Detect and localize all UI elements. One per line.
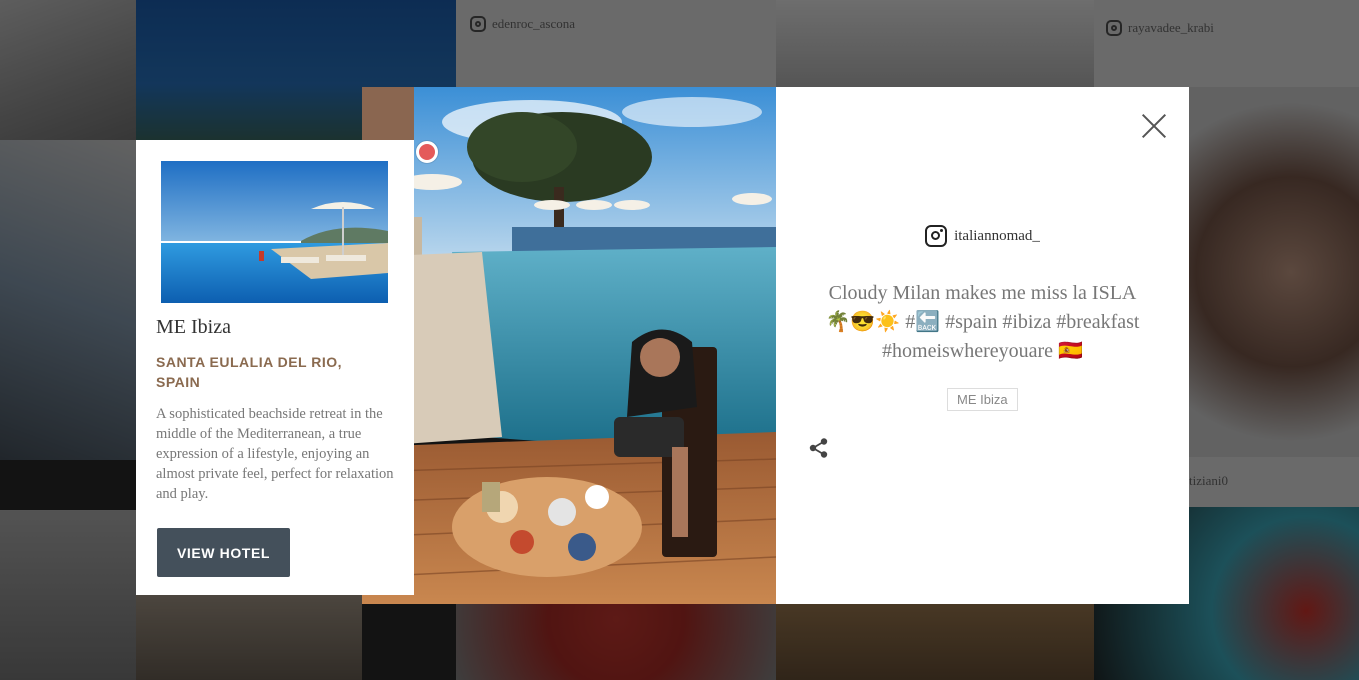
hotel-card: ME Ibiza SANTA EULALIA DEL RIO, SPAIN A … <box>136 140 414 595</box>
caption-line-2: 🌴😎☀️ #🔙 #spain #ibiza #breakfast <box>825 311 1140 333</box>
instagram-icon <box>925 225 948 247</box>
hotel-description: A sophisticated beachside retreat in the… <box>156 406 394 502</box>
hotel-location: SANTA EULALIA DEL RIO, SPAIN <box>156 354 342 390</box>
post-details-panel: italiannomad_ Cloudy Milan makes me miss… <box>776 87 1189 604</box>
hotel-hotspot-marker[interactable] <box>416 141 438 163</box>
close-icon[interactable] <box>1141 113 1167 139</box>
instagram-post-photo <box>362 87 776 604</box>
caption-line-3: #homeiswhereyouare 🇪🇸 <box>882 340 1083 362</box>
hotel-image <box>161 161 388 303</box>
hotel-name: ME Ibiza <box>156 316 231 338</box>
post-username[interactable]: italiannomad_ <box>954 228 1040 245</box>
caption-line-1: Cloudy Milan makes me miss la ISLA <box>828 282 1137 304</box>
hotel-tag-badge[interactable]: ME Ibiza <box>947 388 1018 411</box>
post-caption: Cloudy Milan makes me miss la ISLA 🌴😎☀️ … <box>806 279 1159 366</box>
view-hotel-button[interactable]: VIEW HOTEL <box>157 528 290 577</box>
share-icon[interactable] <box>808 437 830 459</box>
post-photo-illustration <box>362 87 776 604</box>
post-author[interactable]: italiannomad_ <box>776 225 1189 247</box>
